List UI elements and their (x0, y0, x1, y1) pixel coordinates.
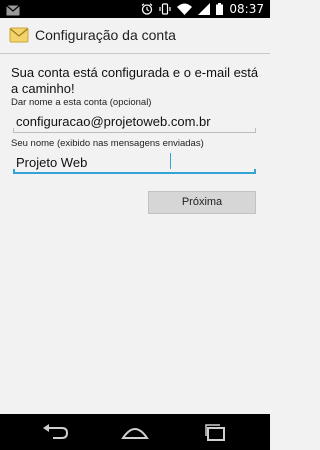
system-icons: 08:37 (141, 1, 264, 17)
screen: 08:37 Configuração da conta Sua conta es… (0, 0, 270, 450)
vibrate-icon (159, 3, 172, 15)
home-icon[interactable] (120, 423, 150, 441)
back-icon[interactable] (40, 423, 70, 441)
text-cursor (170, 153, 171, 169)
your-name-field[interactable] (13, 152, 259, 174)
battery-icon (216, 3, 224, 15)
account-name-underline (13, 128, 256, 133)
page-title: Configuração da conta (35, 27, 176, 43)
wifi-icon (177, 3, 193, 15)
clock: 08:37 (229, 2, 264, 16)
account-name-label: Dar nome a esta conta (opcional) (11, 97, 152, 108)
account-name-field[interactable] (13, 111, 259, 133)
your-name-label: Seu nome (exibido nas mensagens enviadas… (11, 138, 204, 149)
intro-text: Sua conta está configurada e o e-mail es… (11, 65, 259, 96)
status-bar: 08:37 (0, 0, 270, 18)
mail-icon (6, 5, 20, 16)
navigation-bar (0, 414, 270, 450)
your-name-underline (13, 169, 256, 174)
next-button[interactable]: Próxima (148, 191, 256, 214)
signal-icon (198, 3, 211, 15)
recent-apps-icon[interactable] (200, 423, 230, 441)
action-bar: Configuração da conta (0, 18, 270, 54)
email-app-icon[interactable] (9, 25, 29, 45)
alarm-icon (142, 3, 153, 15)
